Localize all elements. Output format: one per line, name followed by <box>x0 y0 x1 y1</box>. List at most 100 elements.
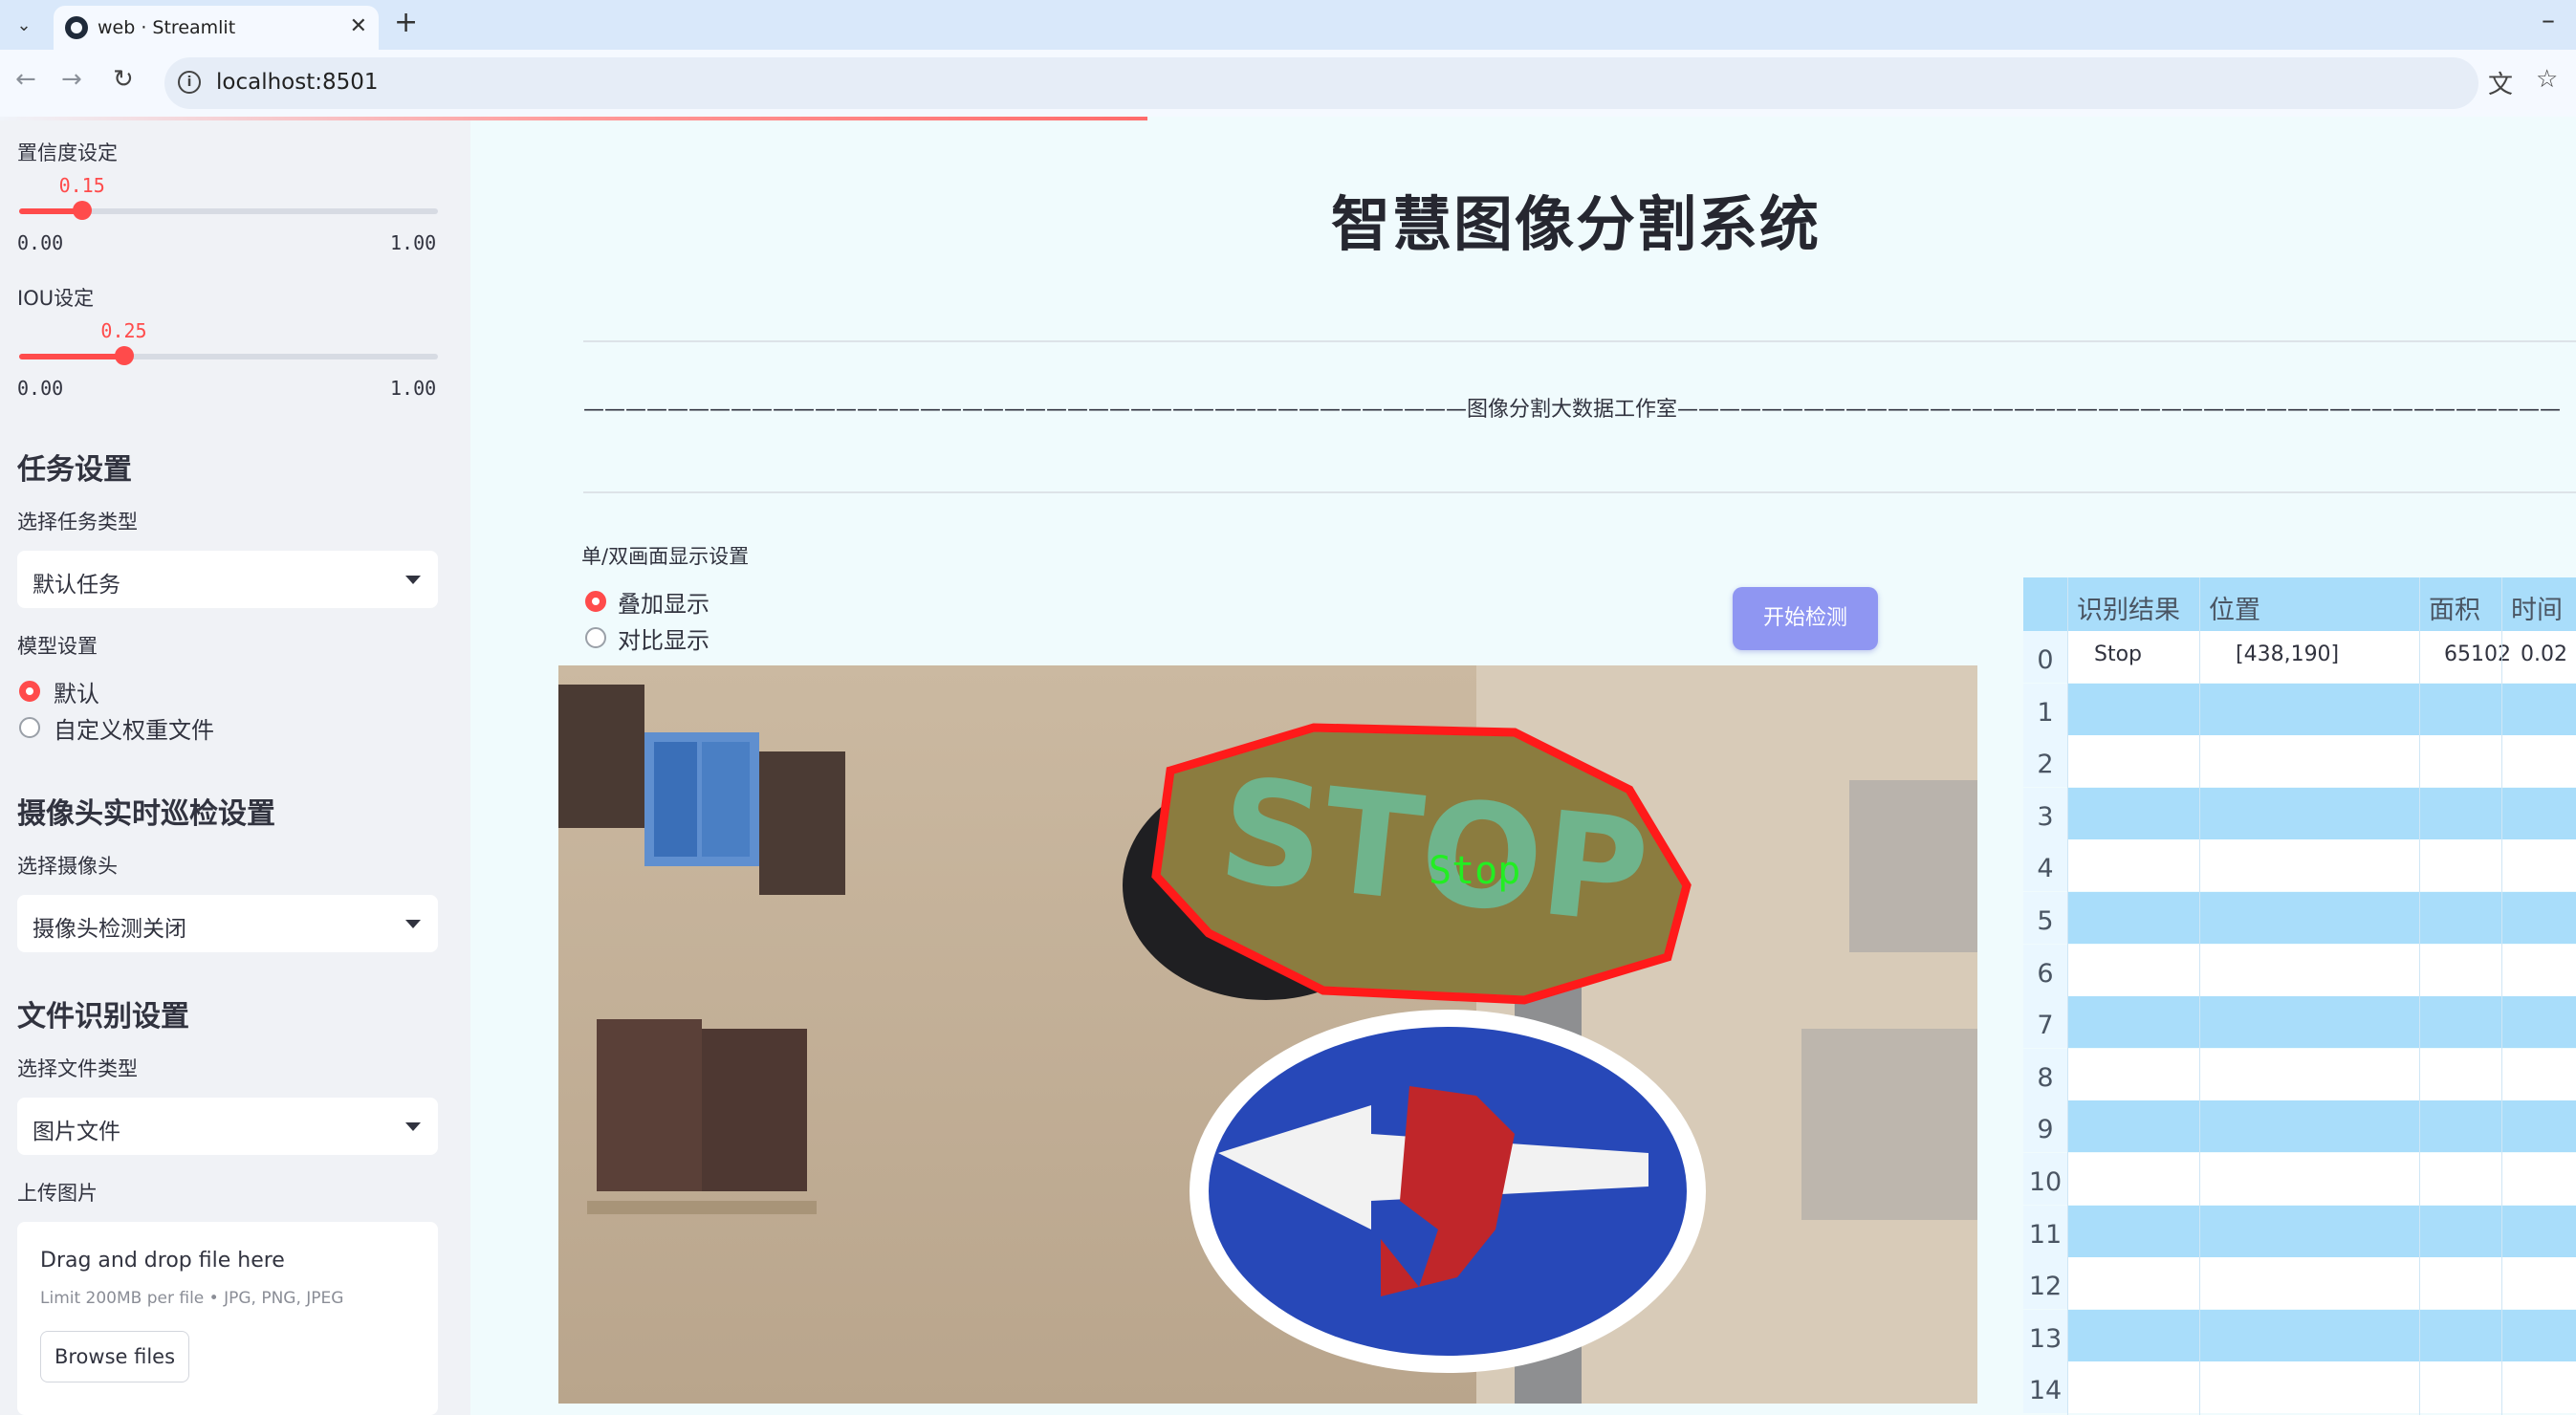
task-type-value: 默认任务 <box>33 573 120 598</box>
row-index: 11 <box>2023 1205 2067 1257</box>
row-index: 4 <box>2023 839 2067 892</box>
display-mode-label: 单/双画面显示设置 <box>581 545 750 568</box>
dropzone-limit: Limit 200MB per file • JPG, PNG, JPEG <box>40 1289 344 1308</box>
studio-banner: ————————————————————————————————————————… <box>583 398 2562 422</box>
table-row[interactable]: 0 Stop [438,190] 65102 0.02 <box>2023 631 2576 683</box>
new-tab-plus-icon[interactable]: + <box>394 6 418 39</box>
browser-tab-strip: ⌄ web · Streamlit ✕ + – <box>0 0 2576 50</box>
row-index: 2 <box>2023 735 2067 788</box>
browse-files-button[interactable]: Browse files <box>40 1331 189 1382</box>
overlay-display-radio[interactable] <box>585 591 606 612</box>
table-row[interactable]: 14 <box>2023 1361 2576 1414</box>
table-row[interactable]: 11 <box>2023 1205 2576 1257</box>
iou-value: 0.25 <box>100 319 147 342</box>
browser-toolbar: ← → ↻ i localhost:8501 文 ☆ <box>0 50 2576 117</box>
model-custom-label[interactable]: 自定义权重文件 <box>54 711 214 745</box>
detection-result-image: STOP Stop <box>558 665 1977 1404</box>
table-row[interactable]: 3 <box>2023 787 2576 839</box>
file-type-value: 图片文件 <box>33 1120 120 1144</box>
column-header-position[interactable]: 位置 <box>2209 589 2260 626</box>
divider <box>583 340 2576 342</box>
cell-position: [438,190] <box>2236 642 2340 666</box>
page-title: 智慧图像分割系统 <box>1331 189 1822 259</box>
table-row[interactable]: 9 <box>2023 1100 2576 1153</box>
file-settings-heading: 文件识别设置 <box>17 1000 189 1034</box>
iou-slider-thumb[interactable] <box>114 346 134 365</box>
table-row[interactable]: 5 <box>2023 892 2576 944</box>
table-row[interactable]: 2 <box>2023 735 2576 788</box>
iou-slider[interactable] <box>19 346 438 365</box>
chevron-down-icon <box>405 920 421 928</box>
confidence-min: 0.00 <box>17 231 64 254</box>
task-settings-heading: 任务设置 <box>17 453 132 487</box>
row-index: 3 <box>2023 787 2067 839</box>
back-arrow-icon[interactable]: ← <box>15 65 36 94</box>
table-row[interactable]: 1 <box>2023 683 2576 735</box>
streamlit-favicon-icon <box>65 16 88 39</box>
tab-search-chevron-icon[interactable]: ⌄ <box>8 10 40 40</box>
confidence-slider[interactable] <box>19 201 438 220</box>
site-info-icon[interactable]: i <box>178 71 201 94</box>
model-default-radio[interactable] <box>19 681 40 702</box>
row-index: 7 <box>2023 996 2067 1049</box>
column-header-result[interactable]: 识别结果 <box>2077 589 2180 626</box>
table-row[interactable]: 7 <box>2023 996 2576 1049</box>
file-type-select[interactable]: 图片文件 <box>17 1098 438 1155</box>
row-index: 12 <box>2023 1257 2067 1310</box>
column-divider <box>2199 577 2200 1415</box>
forward-arrow-icon[interactable]: → <box>61 65 82 94</box>
upload-label: 上传图片 <box>17 1182 98 1205</box>
row-index: 6 <box>2023 944 2067 996</box>
table-row[interactable]: 12 <box>2023 1257 2576 1310</box>
model-settings-label: 模型设置 <box>17 635 98 658</box>
close-tab-icon[interactable]: ✕ <box>350 14 367 38</box>
row-index: 5 <box>2023 892 2067 944</box>
dropzone-text: Drag and drop file here <box>40 1249 285 1273</box>
column-header-time[interactable]: 时间 <box>2511 589 2563 626</box>
detection-label: Stop <box>1429 849 1520 893</box>
iou-max: 1.00 <box>390 377 437 400</box>
table-row[interactable]: 10 <box>2023 1153 2576 1205</box>
overlay-display-label[interactable]: 叠加显示 <box>618 585 709 619</box>
iou-slider-fill <box>19 354 124 359</box>
table-row[interactable]: 4 <box>2023 839 2576 892</box>
table-row[interactable]: 13 <box>2023 1309 2576 1361</box>
results-table[interactable]: 识别结果 位置 面积 时间 0 Stop [438,190] 65 10 2 0.02 1 2 3… <box>2023 577 2576 1415</box>
column-divider <box>2501 577 2502 1415</box>
translate-icon[interactable]: 文 <box>2488 65 2513 100</box>
iou-min: 0.00 <box>17 377 64 400</box>
camera-select-label: 选择摄像头 <box>17 855 118 878</box>
divider <box>583 491 2576 493</box>
table-header: 识别结果 位置 面积 时间 <box>2023 577 2576 631</box>
reload-icon[interactable]: ↻ <box>113 65 134 94</box>
row-index: 10 <box>2023 1153 2067 1205</box>
sidebar: 置信度设定 0.15 0.00 1.00 IOU设定 0.25 0.00 1.0… <box>0 120 470 1415</box>
table-row[interactable]: 6 <box>2023 944 2576 996</box>
street-sign-photo: STOP Stop <box>558 665 1977 1404</box>
compare-display-radio[interactable] <box>585 627 606 648</box>
model-custom-radio[interactable] <box>19 717 40 738</box>
task-type-select[interactable]: 默认任务 <box>17 551 438 608</box>
confidence-value: 0.15 <box>58 174 105 197</box>
confidence-slider-thumb[interactable] <box>72 201 92 220</box>
row-index: 9 <box>2023 1100 2067 1153</box>
file-type-label: 选择文件类型 <box>17 1057 138 1080</box>
row-index: 0 <box>2023 631 2067 683</box>
column-divider <box>2419 577 2420 1415</box>
task-type-label: 选择任务类型 <box>17 511 138 533</box>
model-default-label[interactable]: 默认 <box>54 675 99 708</box>
compare-display-label[interactable]: 对比显示 <box>618 621 709 655</box>
window-minimize-icon[interactable]: – <box>2542 4 2555 35</box>
column-header-area[interactable]: 面积 <box>2429 589 2480 626</box>
table-row[interactable]: 8 <box>2023 1048 2576 1100</box>
browser-tab[interactable]: web · Streamlit ✕ <box>54 6 379 50</box>
file-dropzone[interactable]: Drag and drop file here Limit 200MB per … <box>17 1222 438 1415</box>
camera-select[interactable]: 摄像头检测关闭 <box>17 895 438 952</box>
address-bar[interactable]: i localhost:8501 <box>164 57 2478 109</box>
start-detection-button[interactable]: 开始检测 <box>1733 587 1878 650</box>
bookmark-star-icon[interactable]: ☆ <box>2536 65 2558 94</box>
tab-title: web · Streamlit <box>98 17 236 38</box>
chevron-down-icon <box>405 576 421 584</box>
camera-select-value: 摄像头检测关闭 <box>33 917 186 942</box>
chevron-down-icon <box>405 1122 421 1131</box>
